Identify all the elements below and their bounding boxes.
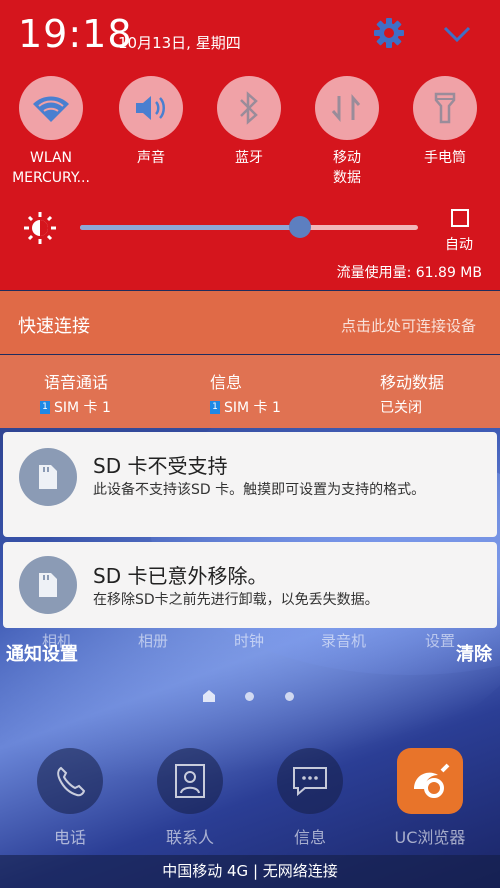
dock-app-uc-browser[interactable]: UC浏览器 [390, 748, 470, 848]
sim-value: 已关闭 [380, 400, 422, 416]
status-time: 19:18 [18, 12, 133, 56]
tile-flashlight[interactable]: 手电筒 [400, 76, 490, 168]
auto-brightness-checkbox[interactable] [451, 209, 469, 227]
app-label-settings[interactable]: 设置 [425, 630, 455, 651]
tile-label: 手电筒 [424, 150, 466, 166]
dock-label: 信息 [293, 828, 326, 847]
sim-badge-icon: 1 [40, 400, 50, 414]
data-usage-text: 流量使用量: 61.89 MB [336, 265, 482, 281]
wifi-icon [33, 96, 69, 122]
tile-label: 声音 [137, 150, 165, 166]
tile-circle [413, 76, 477, 140]
bluetooth-icon [240, 91, 258, 125]
page-indicator [0, 688, 500, 708]
clear-button[interactable]: 清除 [456, 640, 492, 666]
notification-title: SD 卡已意外移除。 [93, 564, 268, 588]
uc-browser-icon [397, 748, 463, 814]
dock: 电话 联系人 信息 UC浏览器 [0, 748, 500, 848]
page-dot [245, 692, 254, 701]
status-date: 10月13日, 星期四 [118, 34, 241, 52]
tile-circle [19, 76, 83, 140]
notification-title: SD 卡不受支持 [93, 454, 228, 478]
quick-settings-panel: 19:18 10月13日, 星期四 WLAN MERCURY... 声音 蓝牙 … [0, 0, 500, 290]
sim-title: 语音通话 [44, 373, 109, 392]
app-label-gallery[interactable]: 相册 [138, 630, 168, 651]
carrier-status: 中国移动 4G | 无网络连接 [0, 855, 500, 888]
dock-app-messages[interactable]: 信息 [270, 748, 350, 848]
sd-card-icon [19, 448, 77, 506]
sim-value-row: 1 SIM 卡 1 [210, 397, 281, 417]
sim-value: SIM 卡 1 [224, 400, 281, 416]
sim-title: 信息 [210, 373, 243, 392]
mobile-data-icon [331, 93, 361, 123]
notification-body: 此设备不支持该SD 卡。触摸即可设置为支持的格式。 [93, 482, 426, 498]
auto-brightness-label: 自动 [445, 237, 473, 253]
tile-sound[interactable]: 声音 [106, 76, 196, 168]
notification-body: 在移除SD卡之前先进行卸载，以免丢失数据。 [93, 592, 379, 608]
notification-settings-button[interactable]: 通知设置 [6, 640, 78, 666]
dock-label: UC浏览器 [394, 828, 466, 847]
page-dot [285, 692, 294, 701]
dock-label: 电话 [53, 828, 86, 847]
home-page-icon [203, 690, 215, 702]
notification-card[interactable]: SD 卡已意外移除。 在移除SD卡之前先进行卸载，以免丢失数据。 [3, 542, 497, 628]
tile-wlan[interactable]: WLAN MERCURY... [6, 76, 96, 188]
tile-mobile-data[interactable]: 移动 数据 [302, 76, 392, 188]
chevron-down-icon[interactable] [441, 22, 473, 46]
brightness-icon [24, 212, 56, 244]
tile-bluetooth[interactable]: 蓝牙 [204, 76, 294, 168]
sim-messages[interactable]: 信息 1 SIM 卡 1 [210, 369, 281, 417]
quick-connect-title: 快速连接 [18, 316, 90, 337]
sim-voice-call[interactable]: 语音通话 1 SIM 卡 1 [40, 369, 111, 417]
quick-connect-hint: 点击此处可连接设备 [340, 317, 476, 335]
sim-info-row: 语音通话 1 SIM 卡 1 信息 1 SIM 卡 1 移动数据 已关闭 [0, 355, 500, 428]
messages-icon [277, 748, 343, 814]
tile-circle [315, 76, 379, 140]
dock-app-phone[interactable]: 电话 [30, 748, 110, 848]
sim-badge-icon: 1 [210, 400, 220, 414]
tile-circle [119, 76, 183, 140]
sd-card-icon [19, 556, 77, 614]
sim-value: SIM 卡 1 [54, 400, 111, 416]
phone-icon [37, 748, 103, 814]
tile-label: WLAN MERCURY... [12, 150, 90, 186]
sim-value-row: 1 SIM 卡 1 [40, 397, 111, 417]
sim-title: 移动数据 [380, 373, 445, 392]
app-label-recorder[interactable]: 录音机 [321, 630, 366, 651]
dock-app-contacts[interactable]: 联系人 [150, 748, 230, 848]
app-label-clock[interactable]: 时钟 [234, 630, 264, 651]
brightness-slider-fill [80, 225, 300, 230]
tile-circle [217, 76, 281, 140]
contacts-icon [157, 748, 223, 814]
sim-mobile-data[interactable]: 移动数据 已关闭 [380, 369, 444, 417]
gear-icon[interactable] [372, 16, 406, 50]
sim-value-row: 已关闭 [380, 397, 444, 417]
tile-label: 移动 数据 [333, 150, 361, 186]
dock-label: 联系人 [165, 828, 214, 847]
flashlight-icon [434, 92, 456, 124]
notification-card[interactable]: SD 卡不受支持 此设备不支持该SD 卡。触摸即可设置为支持的格式。 [3, 432, 497, 537]
quick-connect-bar[interactable]: 快速连接 点击此处可连接设备 [0, 291, 500, 354]
tile-label: 蓝牙 [235, 150, 263, 166]
volume-icon [136, 96, 165, 120]
brightness-slider-thumb[interactable] [288, 216, 311, 238]
brightness-slider[interactable] [80, 216, 418, 238]
